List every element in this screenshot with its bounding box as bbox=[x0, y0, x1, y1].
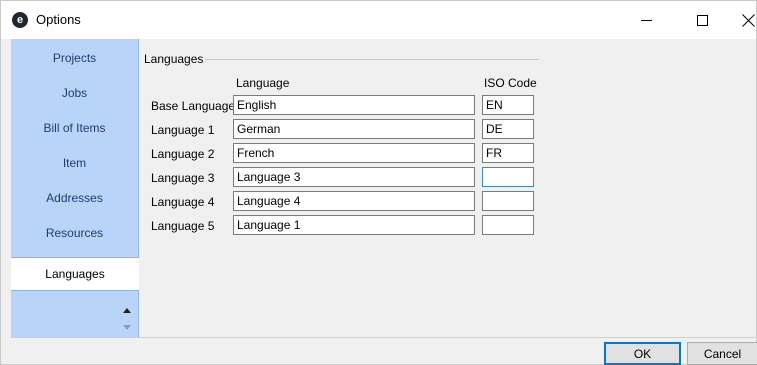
options-window: e Options Projects Jobs Bill of Items It… bbox=[0, 0, 757, 365]
window-title: Options bbox=[36, 12, 81, 27]
cancel-button[interactable]: Cancel bbox=[687, 342, 757, 365]
language-1-name-field[interactable] bbox=[233, 119, 475, 139]
base-language-iso-field[interactable] bbox=[482, 95, 534, 115]
column-header-language: Language bbox=[236, 76, 290, 90]
footer-divider bbox=[11, 337, 757, 338]
language-5-name-field[interactable] bbox=[233, 215, 475, 235]
close-button[interactable] bbox=[725, 1, 757, 39]
options-sidebar: Projects Jobs Bill of Items Item Address… bbox=[11, 39, 139, 337]
sidebar-item-projects[interactable]: Projects bbox=[11, 41, 138, 75]
language-3-iso-field[interactable] bbox=[482, 167, 534, 187]
sidebar-item-jobs[interactable]: Jobs bbox=[11, 76, 138, 110]
language-5-iso-field[interactable] bbox=[482, 215, 534, 235]
minimize-icon bbox=[640, 19, 652, 21]
row-label-language-4: Language 4 bbox=[151, 195, 215, 209]
title-bar: e Options bbox=[1, 1, 756, 39]
languages-group-title: Languages bbox=[144, 52, 204, 66]
row-label-base-language: Base Language bbox=[151, 99, 236, 113]
scroll-down-arrow-icon[interactable] bbox=[123, 325, 131, 330]
sidebar-item-bill-of-items[interactable]: Bill of Items bbox=[11, 111, 138, 145]
row-label-language-1: Language 1 bbox=[151, 123, 215, 137]
language-4-name-field[interactable] bbox=[233, 191, 475, 211]
sidebar-item-addresses[interactable]: Addresses bbox=[11, 181, 138, 215]
language-2-iso-field[interactable] bbox=[482, 143, 534, 163]
maximize-icon bbox=[696, 14, 708, 26]
sidebar-item-languages[interactable]: Languages bbox=[11, 257, 139, 291]
scroll-up-arrow-icon[interactable] bbox=[123, 308, 131, 313]
close-icon bbox=[742, 14, 755, 27]
sidebar-item-item[interactable]: Item bbox=[11, 146, 138, 180]
sidebar-item-resources[interactable]: Resources bbox=[11, 216, 138, 250]
language-4-iso-field[interactable] bbox=[482, 191, 534, 211]
language-1-iso-field[interactable] bbox=[482, 119, 534, 139]
base-language-name-field[interactable] bbox=[233, 95, 475, 115]
row-label-language-2: Language 2 bbox=[151, 147, 215, 161]
row-label-language-3: Language 3 bbox=[151, 171, 215, 185]
language-3-name-field[interactable] bbox=[233, 167, 475, 187]
row-label-language-5: Language 5 bbox=[151, 219, 215, 233]
group-divider bbox=[205, 59, 539, 60]
language-2-name-field[interactable] bbox=[233, 143, 475, 163]
minimize-button[interactable] bbox=[623, 1, 669, 39]
maximize-button[interactable] bbox=[679, 1, 725, 39]
app-icon: e bbox=[12, 12, 28, 28]
ok-button[interactable]: OK bbox=[604, 342, 681, 365]
column-header-iso-code: ISO Code bbox=[484, 76, 537, 90]
